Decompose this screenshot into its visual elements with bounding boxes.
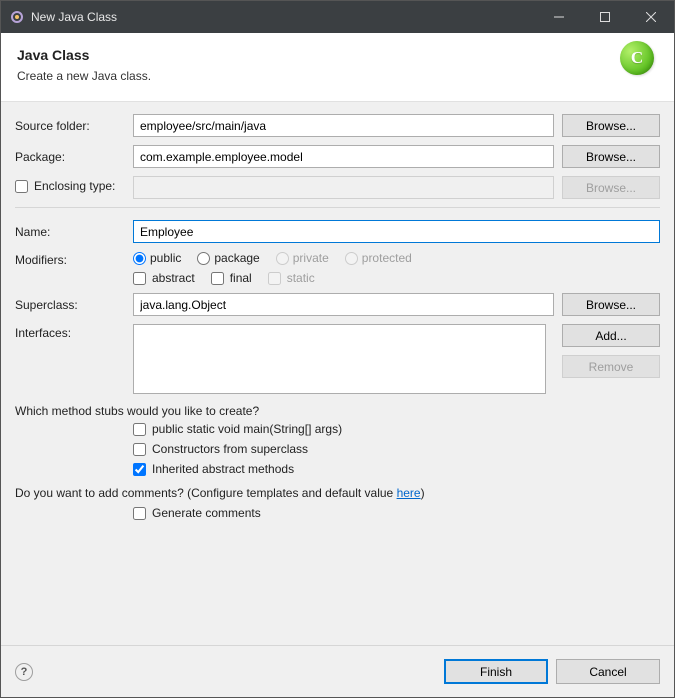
browse-enclosing-type-button: Browse... bbox=[562, 176, 660, 199]
enclosing-type-input bbox=[133, 176, 554, 199]
stub-main-checkbox[interactable] bbox=[133, 423, 146, 436]
minimize-button[interactable] bbox=[536, 1, 582, 33]
stub-inherited-checkbox[interactable] bbox=[133, 463, 146, 476]
modifier-abstract-checkbox[interactable] bbox=[133, 272, 146, 285]
label-modifiers: Modifiers: bbox=[15, 251, 133, 267]
label-comments-question: Do you want to add comments? (Configure … bbox=[15, 486, 660, 500]
help-icon[interactable]: ? bbox=[15, 663, 33, 681]
cancel-button[interactable]: Cancel bbox=[556, 659, 660, 684]
label-package: Package: bbox=[15, 150, 133, 164]
modifier-final-checkbox[interactable] bbox=[211, 272, 224, 285]
label-superclass: Superclass: bbox=[15, 298, 133, 312]
browse-source-folder-button[interactable]: Browse... bbox=[562, 114, 660, 137]
label-stubs-question: Which method stubs would you like to cre… bbox=[15, 404, 660, 418]
modifier-private-radio bbox=[276, 252, 289, 265]
window-title: New Java Class bbox=[31, 10, 117, 24]
browse-package-button[interactable]: Browse... bbox=[562, 145, 660, 168]
enclosing-type-checkbox[interactable] bbox=[15, 180, 28, 193]
label-interfaces: Interfaces: bbox=[15, 324, 133, 340]
add-interface-button[interactable]: Add... bbox=[562, 324, 660, 347]
generate-comments-checkbox[interactable] bbox=[133, 507, 146, 520]
dialog-subtitle: Create a new Java class. bbox=[17, 69, 658, 83]
interfaces-list[interactable] bbox=[133, 324, 546, 394]
dialog-title: Java Class bbox=[17, 47, 658, 63]
label-source-folder: Source folder: bbox=[15, 119, 133, 133]
app-icon bbox=[9, 9, 25, 25]
maximize-button[interactable] bbox=[582, 1, 628, 33]
modifier-package-radio[interactable] bbox=[197, 252, 210, 265]
modifier-protected-radio bbox=[345, 252, 358, 265]
source-folder-input[interactable] bbox=[133, 114, 554, 137]
close-button[interactable] bbox=[628, 1, 674, 33]
dialog-header: Java Class Create a new Java class. C bbox=[1, 33, 674, 102]
label-enclosing-type: Enclosing type: bbox=[15, 179, 133, 196]
remove-interface-button: Remove bbox=[562, 355, 660, 378]
browse-superclass-button[interactable]: Browse... bbox=[562, 293, 660, 316]
separator bbox=[15, 207, 660, 208]
class-icon: C bbox=[620, 41, 654, 75]
superclass-input[interactable] bbox=[133, 293, 554, 316]
modifier-public-radio[interactable] bbox=[133, 252, 146, 265]
configure-here-link[interactable]: here bbox=[397, 486, 421, 500]
label-name: Name: bbox=[15, 225, 133, 239]
modifier-static-checkbox bbox=[268, 272, 281, 285]
titlebar: New Java Class bbox=[1, 1, 674, 33]
dialog-footer: ? Finish Cancel bbox=[1, 645, 674, 697]
name-input[interactable] bbox=[133, 220, 660, 243]
stub-constructors-checkbox[interactable] bbox=[133, 443, 146, 456]
finish-button[interactable]: Finish bbox=[444, 659, 548, 684]
package-input[interactable] bbox=[133, 145, 554, 168]
